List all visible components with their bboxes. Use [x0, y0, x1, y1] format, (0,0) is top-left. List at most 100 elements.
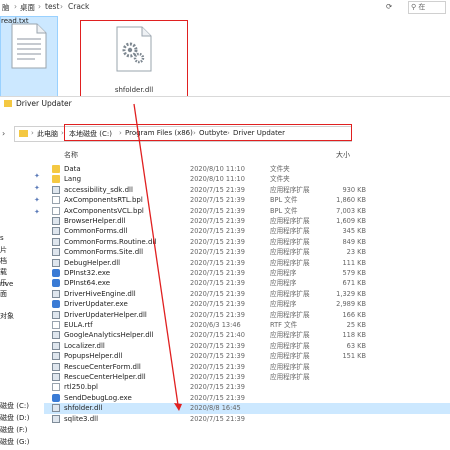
folder-icon [52, 175, 60, 184]
file-size: 345 KB [342, 227, 366, 236]
column-name[interactable]: 名称 [64, 150, 78, 160]
file-date: 2020/7/15 21:39 [190, 362, 245, 371]
app-icon [52, 227, 60, 236]
file-date: 2020/7/15 21:39 [190, 414, 245, 423]
file-row[interactable]: DPInst64.exe 2020/7/15 21:39 应用程序 671 KB [44, 278, 450, 288]
file-type: 应用程序扩展 [270, 289, 310, 298]
nav-item[interactable]: 档 [0, 256, 7, 266]
refresh-icon[interactable]: ⟳ [386, 2, 392, 11]
file-type: 应用程序扩展 [270, 352, 310, 361]
file-name: PopupsHelper.dll [64, 352, 123, 361]
file-size: 849 KB [342, 237, 366, 246]
file-row[interactable]: GoogleAnalyticsHelper.dll 2020/7/15 21:40… [44, 330, 450, 340]
app-icon [52, 248, 60, 257]
file-size: 579 KB [342, 269, 366, 277]
nav-item-drive[interactable]: 磁盘 (G:) [0, 437, 29, 447]
file-row[interactable]: RescueCenterForm.dll 2020/7/15 21:39 应用程序扩… [44, 362, 450, 372]
file-name: RescueCenterForm.dll [64, 362, 141, 371]
file-type: 文件夹 [270, 175, 290, 184]
file-type: 应用程序扩展 [270, 227, 310, 236]
file-name: EULA.rtf [64, 321, 93, 329]
nav-item[interactable]: 载 [0, 267, 7, 277]
file-row[interactable]: DPInst32.exe 2020/7/15 21:39 应用程序 579 KB [44, 268, 450, 278]
file-row[interactable]: DebugHelper.dll 2020/7/15 21:39 应用程序扩展 111 … [44, 258, 450, 268]
file-icon [52, 321, 60, 329]
app-icon [52, 352, 60, 361]
nav-item-drive[interactable]: 磁盘 (D:) [0, 413, 29, 423]
address-segment[interactable]: 此电脑 [37, 129, 58, 139]
file-size: 7,003 KB [336, 206, 366, 215]
file-row[interactable]: accessibility_sdk.dll 2020/7/15 21:39 应用程序… [44, 185, 450, 195]
file-row[interactable]: RescueCenterHelper.dll 2020/7/15 21:39 应用程… [44, 372, 450, 382]
file-name: BrowserHelper.dll [64, 217, 126, 225]
file-size: 23 KB [346, 248, 366, 257]
file-row[interactable]: AxComponentsRTL.bpl 2020/7/15 21:39 BPL 文件… [44, 195, 450, 205]
file-name: Lang [64, 175, 82, 184]
file-row[interactable]: AxComponentsVCL.bpl 2020/7/15 21:39 BPL 文件… [44, 206, 450, 216]
file-date: 2020/7/15 21:39 [190, 196, 245, 205]
file-row[interactable]: DriverHiveEngine.dll 2020/7/15 21:39 应用程序扩… [44, 289, 450, 299]
file-type: BPL 文件 [270, 196, 298, 205]
file-row[interactable]: shfolder.dll 2020/8/8 16:45 [44, 403, 450, 414]
file-size: 63 KB [346, 341, 366, 350]
chevron-up-icon[interactable]: › [2, 129, 5, 138]
app-icon [52, 310, 60, 319]
file-name: sqlite3.dll [64, 414, 99, 423]
file-name: RescueCenterHelper.dll [64, 373, 146, 381]
file-date: 2020/7/15 21:39 [190, 227, 245, 236]
file-row[interactable]: SendDebugLog.exe 2020/7/15 21:39 [44, 393, 450, 403]
file-row[interactable]: Localizer.dll 2020/7/15 21:39 应用程序扩展 63 KB [44, 341, 450, 351]
file-row[interactable]: DriverUpdaterHelper.dll 2020/7/15 21:39 应用… [44, 310, 450, 320]
app-icon [52, 362, 60, 371]
file-name: CommonForms.Site.dll [64, 248, 144, 257]
address-bar[interactable]: › › 此电脑 › 本地磁盘 (C:) › Program Files (x86… [0, 124, 450, 142]
file-type: RTF 文件 [270, 321, 298, 329]
top-address-bar[interactable]: 脑 › 桌面 › test › Crack ⟳ ⚲ 在 [0, 0, 450, 15]
nav-item-drive[interactable]: 磁盘 (C:) [0, 401, 29, 411]
file-name: DPInst64.exe [64, 279, 111, 288]
breadcrumb-item[interactable]: Crack [68, 2, 89, 11]
nav-item[interactable]: rive [0, 280, 13, 288]
nav-item[interactable]: s [0, 234, 4, 242]
file-date: 2020/7/15 21:39 [190, 393, 245, 402]
file-date: 2020/7/15 21:40 [190, 331, 245, 340]
file-date: 2020/8/10 11:10 [190, 165, 245, 173]
file-date: 2020/7/15 21:39 [190, 352, 245, 361]
app-icon [52, 258, 60, 267]
file-row[interactable]: CommonForms.dll 2020/7/15 21:39 应用程序扩展 345 … [44, 226, 450, 236]
chevron-right-icon: › [31, 129, 34, 137]
file-item-shfolder-dll[interactable]: shfolder.dll [86, 24, 182, 104]
file-row[interactable]: PopupsHelper.dll 2020/7/15 21:39 应用程序扩展 151… [44, 351, 450, 361]
file-row[interactable]: EULA.rtf 2020/6/3 13:46 RTF 文件 25 KB [44, 320, 450, 330]
file-size: 166 KB [342, 310, 366, 319]
file-row[interactable]: BrowserHelper.dll 2020/7/15 21:39 应用程序扩展 1,… [44, 216, 450, 226]
search-input[interactable]: ⚲ 在 [408, 1, 446, 14]
file-row[interactable]: CommonForms.Routine.dll 2020/7/15 21:39 应用… [44, 237, 450, 247]
file-row[interactable]: DriverUpdater.exe 2020/7/15 21:39 应用程序 2,98… [44, 299, 450, 309]
file-size: 111 KB [342, 258, 366, 267]
file-row[interactable]: Lang 2020/8/10 11:10 文件夹 [44, 174, 450, 184]
pin-icon: ✦ [34, 184, 40, 192]
file-row[interactable]: Data 2020/8/10 11:10 文件夹 [44, 164, 450, 174]
file-name: DriverUpdater.exe [64, 300, 128, 309]
nav-item[interactable]: 对象 [0, 311, 14, 321]
breadcrumb-item[interactable]: 脑 [2, 2, 10, 13]
column-size[interactable]: 大小 [336, 150, 350, 160]
file-size: 151 KB [342, 352, 366, 361]
file-row[interactable]: sqlite3.dll 2020/7/15 21:39 [44, 414, 450, 424]
breadcrumb-item[interactable]: test [45, 2, 59, 11]
file-date: 2020/7/15 21:39 [190, 310, 245, 319]
file-size: 1,609 KB [336, 217, 366, 225]
file-name: DebugHelper.dll [64, 258, 121, 267]
breadcrumb-item[interactable]: 桌面 [20, 2, 35, 13]
nav-item[interactable]: 片 [0, 245, 7, 255]
nav-item-drive[interactable]: 磁盘 (F:) [0, 425, 28, 435]
nav-item[interactable]: 面 [0, 289, 7, 299]
pin-icon: ✦ [34, 172, 40, 180]
file-row[interactable]: rtl250.bpl 2020/7/15 21:39 [44, 382, 450, 392]
file-item-read-txt[interactable]: read.txt [0, 16, 58, 98]
app-icon [52, 237, 60, 246]
file-row[interactable]: CommonForms.Site.dll 2020/7/15 21:39 应用程序扩… [44, 247, 450, 257]
chevron-right-icon: › [14, 2, 17, 11]
file-date: 2020/7/15 21:39 [190, 185, 245, 194]
